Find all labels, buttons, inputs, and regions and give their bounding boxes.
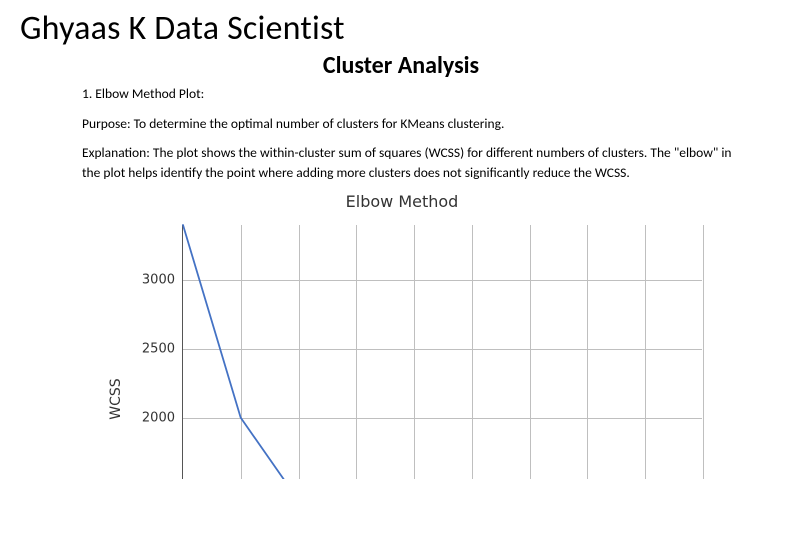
chart-title: Elbow Method <box>82 192 722 211</box>
chart-plot: WCSS 3000 2500 2000 1500 1000 <box>82 219 722 479</box>
plot-area: 3000 2500 2000 1500 1000 <box>182 225 702 479</box>
section-heading: 1. Elbow Method Plot: <box>82 84 742 104</box>
body-text: 1. Elbow Method Plot: Purpose: To determ… <box>82 84 742 182</box>
y-tick-2000: 2000 <box>142 411 183 426</box>
page-subtitle: Cluster Analysis <box>20 51 782 80</box>
y-tick-3000: 3000 <box>142 273 183 288</box>
y-tick-2500: 2500 <box>142 342 183 357</box>
page-title: Ghyaas K Data Scientist <box>20 8 782 49</box>
purpose-text: Purpose: To determine the optimal number… <box>82 114 742 134</box>
elbow-chart: Elbow Method WCSS 3000 2500 2000 1500 10… <box>82 192 722 479</box>
grid-v <box>703 225 704 479</box>
y-axis-label: WCSS <box>108 379 124 420</box>
explanation-text: Explanation: The plot shows the within-c… <box>82 143 742 182</box>
chart-line <box>183 225 702 479</box>
